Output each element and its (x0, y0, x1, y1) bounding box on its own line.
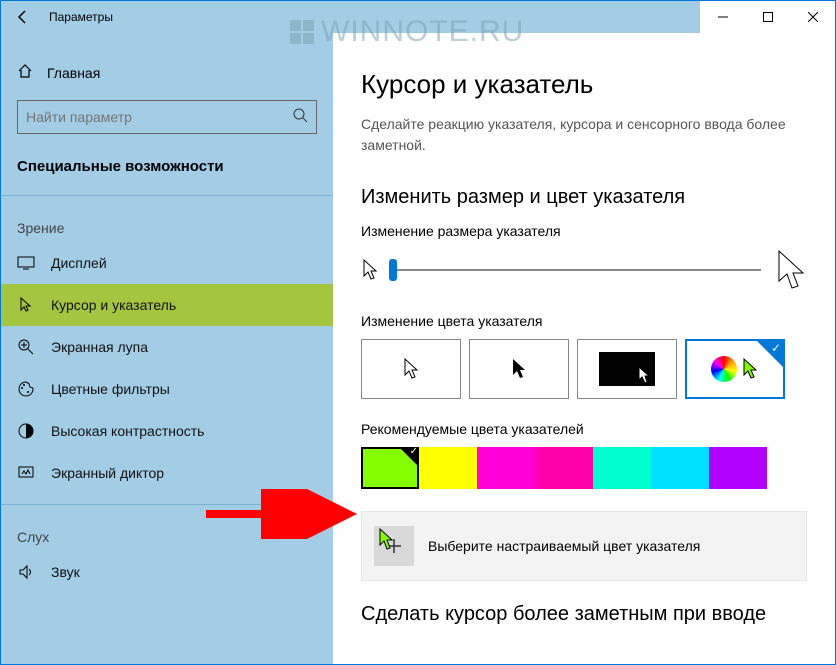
swatch-magenta[interactable] (535, 447, 593, 489)
custom-color-row[interactable]: Выберите настраиваемый цвет указателя (361, 511, 807, 581)
pointer-color-black[interactable] (469, 339, 569, 399)
sound-icon (17, 563, 35, 581)
swatch-purple[interactable] (709, 447, 767, 489)
sidebar-item-display[interactable]: Дисплей (1, 242, 333, 284)
back-button[interactable] (1, 1, 45, 33)
swatch-turquoise[interactable] (593, 447, 651, 489)
palette-icon (17, 380, 35, 398)
pointer-size-label: Изменение размера указателя (361, 223, 807, 239)
display-icon (17, 254, 35, 272)
maximize-button[interactable] (745, 1, 790, 33)
home-label: Главная (47, 65, 100, 81)
sidebar: Главная Специальные возможности Зрение Д… (1, 33, 333, 664)
swatch-yellow[interactable] (419, 447, 477, 489)
pointer-color-white[interactable] (361, 339, 461, 399)
sidebar-item-color-filters[interactable]: Цветные фильтры (1, 368, 333, 410)
pointer-color-options: ✓ (361, 339, 807, 399)
pointer-color-custom[interactable]: ✓ (685, 339, 785, 399)
pointer-size-slider[interactable] (393, 269, 761, 271)
search-input[interactable] (26, 109, 292, 125)
category-vision: Зрение (1, 195, 333, 242)
nav-vision: Дисплей Курсор и указатель Экранная лупа… (1, 242, 333, 494)
section-title: Специальные возможности (1, 134, 333, 185)
sidebar-item-label: Высокая контрастность (51, 423, 204, 439)
minimize-button[interactable] (700, 1, 745, 33)
sidebar-item-label: Цветные фильтры (51, 381, 170, 397)
home-icon (17, 63, 33, 82)
sidebar-item-high-contrast[interactable]: Высокая контрастность (1, 410, 333, 452)
sidebar-item-magnifier[interactable]: Экранная лупа (1, 326, 333, 368)
sidebar-item-sound[interactable]: Звук (1, 551, 333, 593)
section-pointer-size-color: Изменить размер и цвет указателя (361, 186, 807, 209)
content-area: Курсор и указатель Сделайте реакцию указ… (333, 33, 835, 664)
category-hearing: Слух (1, 504, 333, 551)
recommended-swatches: ✓ (361, 447, 807, 489)
pointer-color-label: Изменение цвета указателя (361, 313, 807, 329)
sidebar-item-label: Экранная лупа (51, 339, 148, 355)
page-title: Курсор и указатель (361, 69, 807, 100)
sidebar-item-label: Экранный диктор (51, 465, 164, 481)
titlebar: Параметры (1, 1, 835, 33)
custom-color-label: Выберите настраиваемый цвет указателя (428, 538, 700, 554)
cursor-large-icon (775, 249, 807, 291)
cursor-small-icon (361, 258, 379, 282)
settings-window: Параметры Главная Специальные возможност… (0, 0, 836, 665)
add-custom-color-button[interactable] (374, 526, 414, 566)
pointer-color-inverted[interactable] (577, 339, 677, 399)
recommended-colors-label: Рекомендуемые цвета указателей (361, 421, 807, 437)
close-button[interactable] (790, 1, 835, 33)
sidebar-item-label: Звук (51, 564, 80, 580)
page-description: Сделайте реакцию указателя, курсора и се… (361, 114, 807, 156)
swatch-cyan[interactable] (651, 447, 709, 489)
swatch-lime[interactable]: ✓ (361, 447, 419, 489)
swatch-pink[interactable] (477, 447, 535, 489)
search-input-wrap[interactable] (17, 100, 317, 134)
nav-hearing: Звук (1, 551, 333, 593)
sidebar-item-label: Дисплей (51, 255, 107, 271)
contrast-icon (17, 422, 35, 440)
cursor-icon (17, 296, 35, 314)
sidebar-item-label: Курсор и указатель (51, 297, 176, 313)
narrator-icon (17, 464, 35, 482)
window-title: Параметры (45, 10, 113, 24)
magnifier-icon (17, 338, 35, 356)
slider-thumb[interactable] (389, 259, 397, 281)
search-icon (292, 107, 308, 128)
window-controls (700, 1, 835, 33)
pointer-size-slider-row (361, 249, 807, 291)
sidebar-item-narrator[interactable]: Экранный диктор (1, 452, 333, 494)
section-cursor-visibility: Сделать курсор более заметным при вводе (361, 603, 807, 626)
home-nav[interactable]: Главная (1, 55, 333, 90)
sidebar-item-cursor[interactable]: Курсор и указатель (1, 284, 333, 326)
color-wheel-icon (711, 356, 737, 382)
